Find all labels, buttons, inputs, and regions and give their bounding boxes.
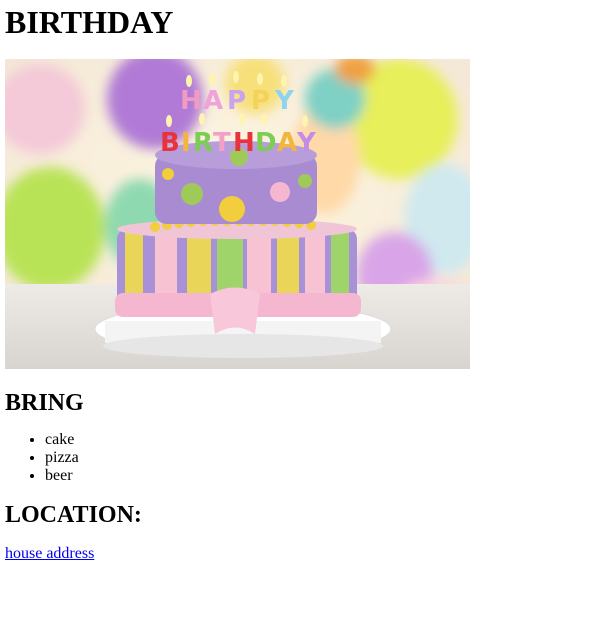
svg-text:A: A	[277, 128, 297, 158]
svg-text:B: B	[160, 128, 180, 158]
bring-list: cake pizza beer	[5, 431, 592, 485]
svg-text:Y: Y	[274, 86, 295, 116]
location-heading: LOCATION:	[5, 502, 142, 528]
page-title: BIRTHDAY	[5, 4, 174, 40]
svg-text:P: P	[227, 86, 246, 116]
svg-text:R: R	[193, 128, 213, 158]
svg-text:T: T	[213, 128, 231, 158]
list-item: cake	[45, 431, 592, 449]
svg-text:A: A	[203, 86, 223, 116]
svg-text:H: H	[233, 128, 255, 158]
svg-text:H: H	[180, 86, 202, 116]
svg-text:Y: Y	[296, 128, 317, 158]
list-item: pizza	[45, 449, 592, 467]
bring-heading: BRING	[5, 390, 84, 416]
svg-text:I: I	[181, 128, 191, 158]
page: BIRTHDAY H A P P Y B I R T H D A Y BRING…	[0, 4, 597, 563]
birthday-cake-image: H A P P Y B I R T H D A Y	[5, 59, 470, 369]
svg-text:D: D	[255, 128, 277, 158]
list-item: beer	[45, 467, 592, 485]
house-address-link[interactable]: house address	[5, 545, 94, 563]
svg-text:P: P	[251, 86, 270, 116]
